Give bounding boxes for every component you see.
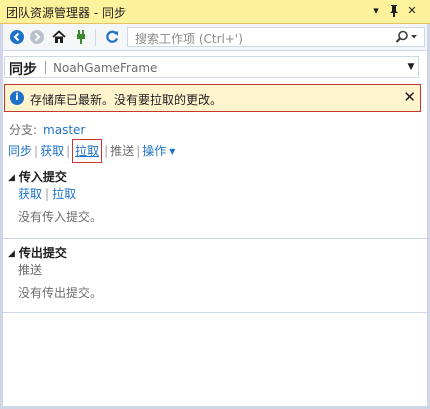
incoming-pull-link[interactable]: 拉取 xyxy=(52,187,76,201)
page-title: 同步 xyxy=(9,62,37,78)
incoming-actions: 获取 | 拉取 xyxy=(18,185,76,202)
search-icon[interactable] xyxy=(395,30,419,44)
incoming-commits-title: 传入提交 xyxy=(18,170,67,184)
toolbar: 搜索工作项 (Ctrl+') xyxy=(3,24,427,51)
link-separator: | xyxy=(136,144,141,158)
branch-name-link[interactable]: master xyxy=(43,123,85,137)
refresh-icon[interactable] xyxy=(104,29,120,45)
push-link-disabled: 推送 xyxy=(110,144,135,158)
search-box[interactable]: 搜索工作项 (Ctrl+') xyxy=(127,27,425,47)
window-frame-left xyxy=(0,0,3,409)
section-divider xyxy=(3,312,427,313)
toolbar-separator xyxy=(95,29,96,46)
info-icon: i xyxy=(10,91,24,105)
search-placeholder: 搜索工作项 (Ctrl+') xyxy=(135,32,243,46)
connect-icon[interactable] xyxy=(73,29,89,45)
outgoing-actions: 推送 xyxy=(18,261,42,278)
notification-message: 存储库已最新。没有要拉取的更改。 xyxy=(30,93,223,107)
close-window-icon[interactable]: ✕ xyxy=(404,3,420,19)
pull-highlight: 拉取 xyxy=(72,139,103,163)
branch-info: 分支: master xyxy=(9,121,85,138)
notification-bar: i 存储库已最新。没有要拉取的更改。 ✕ xyxy=(4,84,421,112)
link-separator: | xyxy=(34,144,39,158)
link-separator: | xyxy=(45,187,50,201)
collapse-triangle-icon[interactable]: ◢ xyxy=(8,173,15,183)
title-bar: 团队资源管理器 - 同步 ▾ ✕ xyxy=(0,0,430,24)
sync-link[interactable]: 同步 xyxy=(8,144,32,158)
forward-icon[interactable] xyxy=(29,29,45,45)
repository-name: NoahGameFrame xyxy=(53,61,158,75)
dismiss-notification-icon[interactable]: ✕ xyxy=(403,88,416,106)
fetch-link[interactable]: 获取 xyxy=(40,144,64,158)
page-repo-separator xyxy=(45,61,46,74)
back-icon[interactable] xyxy=(9,29,25,45)
link-separator: | xyxy=(104,144,109,158)
actions-menu-link[interactable]: 操作 xyxy=(142,144,166,158)
pin-icon[interactable] xyxy=(386,3,402,19)
incoming-empty-message: 没有传入提交。 xyxy=(18,210,103,224)
sync-actions: 同步 | 获取 | 拉取 | 推送 | 操作 ▼ xyxy=(8,139,175,163)
window-position-dropdown-icon[interactable]: ▾ xyxy=(368,3,384,19)
incoming-fetch-link[interactable]: 获取 xyxy=(18,187,42,201)
collapse-triangle-icon[interactable]: ◢ xyxy=(8,249,15,259)
outgoing-commits-header[interactable]: ◢ 传出提交 xyxy=(8,244,67,261)
chevron-down-icon[interactable]: ▼ xyxy=(169,147,175,156)
page-selector[interactable]: 同步 NoahGameFrame ▼ xyxy=(4,56,419,78)
home-icon[interactable] xyxy=(51,29,67,45)
outgoing-push-link-disabled: 推送 xyxy=(18,263,43,277)
pull-link[interactable]: 拉取 xyxy=(75,144,99,158)
window-title: 团队资源管理器 - 同步 xyxy=(6,6,126,20)
outgoing-commits-title: 传出提交 xyxy=(18,246,67,260)
chevron-down-icon[interactable]: ▼ xyxy=(406,61,416,73)
branch-label: 分支: xyxy=(9,123,38,137)
section-divider xyxy=(3,238,427,239)
link-separator: | xyxy=(66,144,71,158)
outgoing-empty-message: 没有传出提交。 xyxy=(18,286,103,300)
incoming-commits-header[interactable]: ◢ 传入提交 xyxy=(8,168,67,185)
